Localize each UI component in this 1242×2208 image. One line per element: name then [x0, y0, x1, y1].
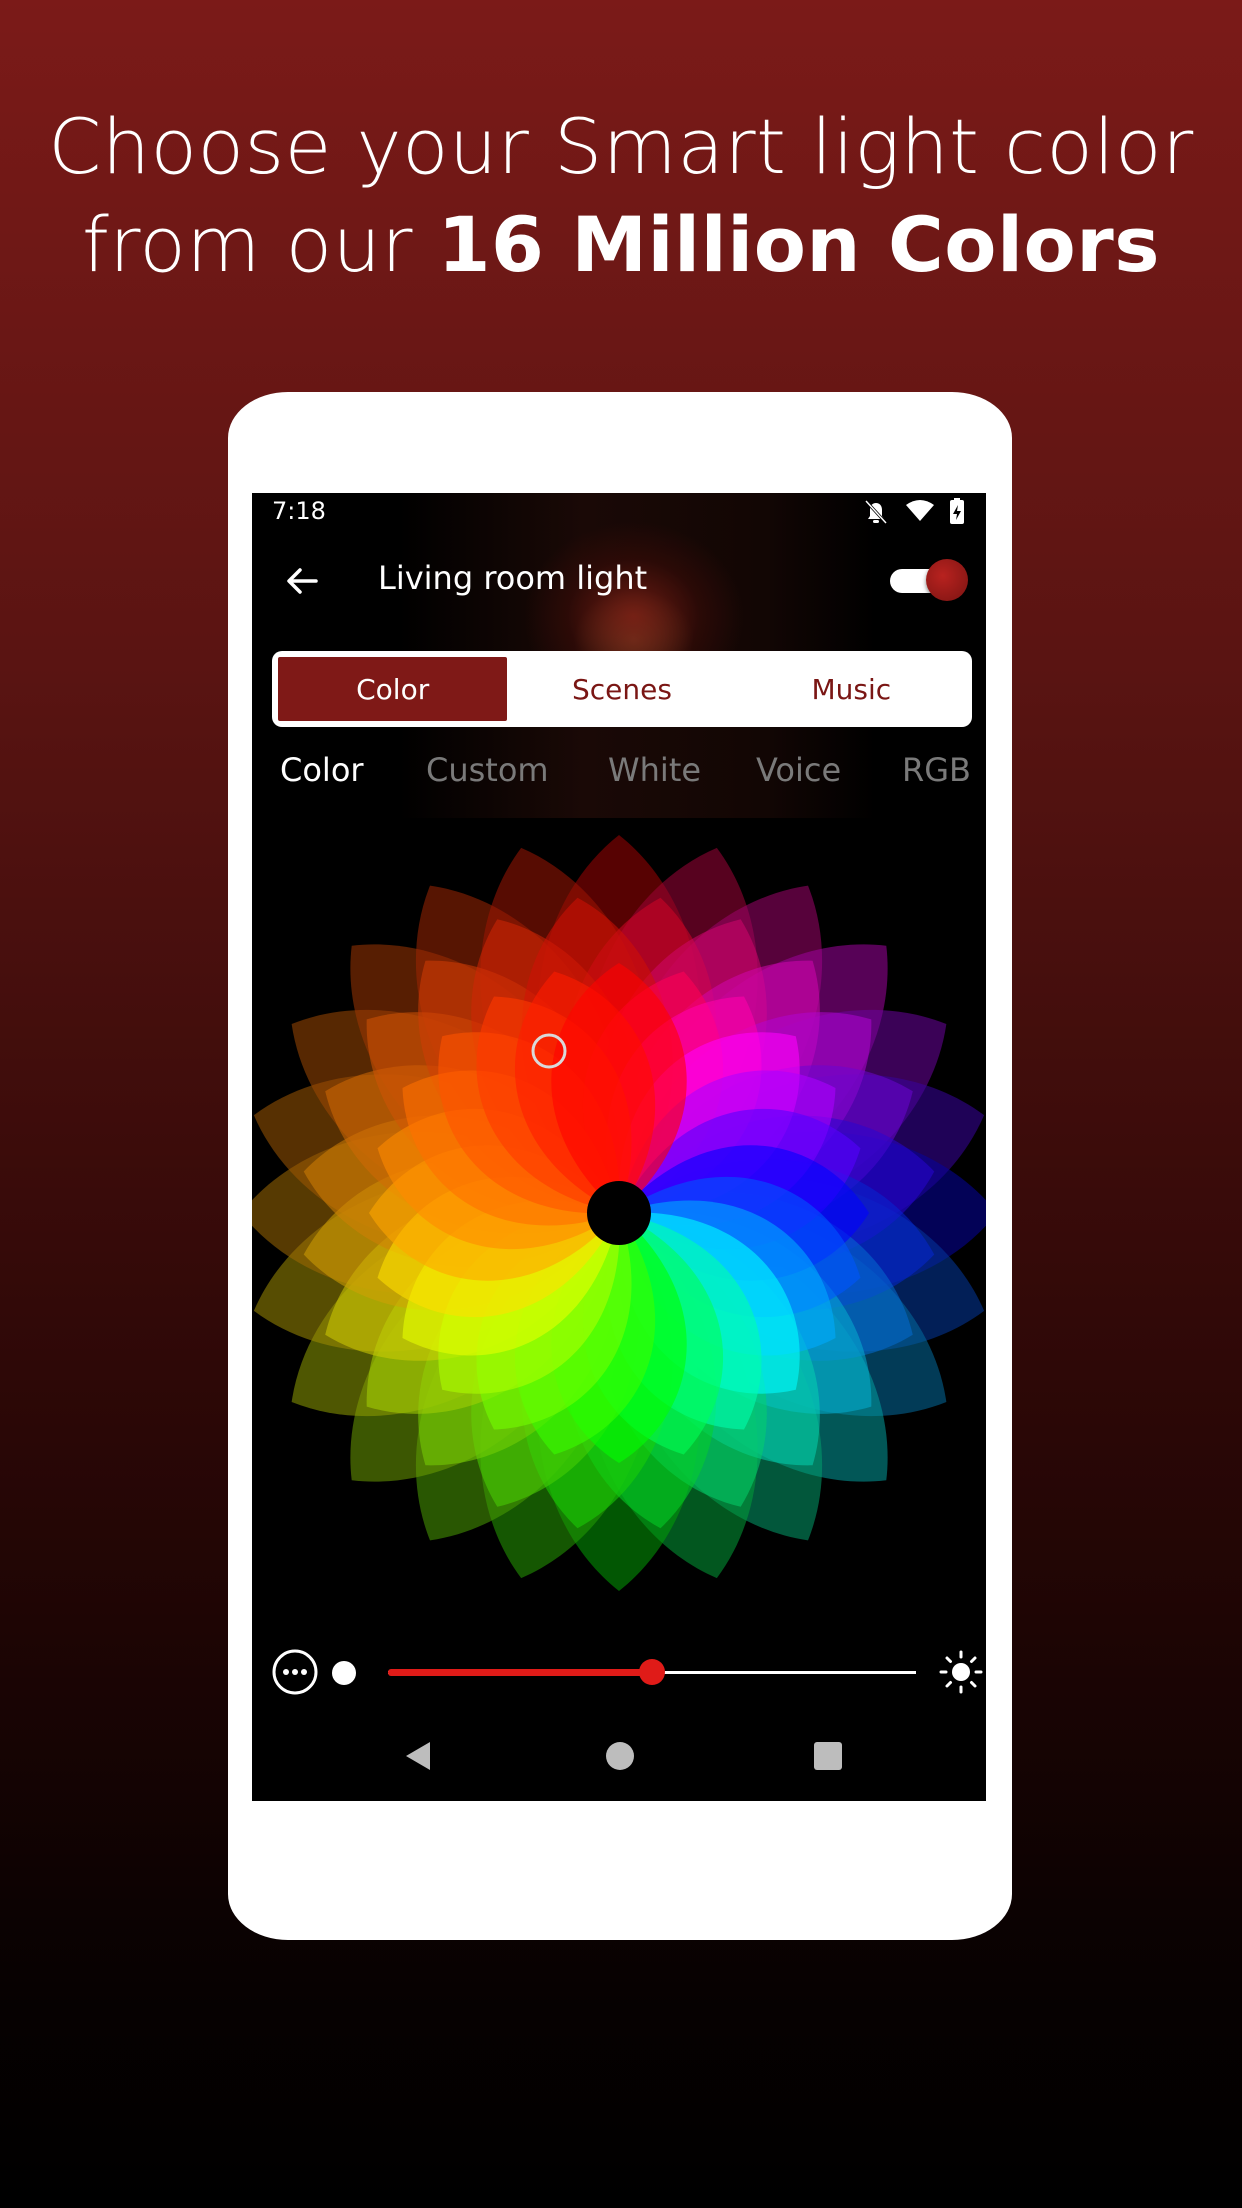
subtab-custom[interactable]: Custom — [426, 751, 549, 789]
brightness-sun-icon — [939, 1650, 983, 1694]
promo-headline: Choose your Smart light color from our 1… — [0, 98, 1242, 294]
brightness-fill — [388, 1669, 652, 1676]
power-toggle[interactable] — [882, 557, 968, 603]
sub-tab-bar: Color Custom White Voice RGB — [252, 751, 986, 801]
status-time: 7:18 — [272, 497, 326, 525]
more-options-icon[interactable] — [272, 1649, 318, 1695]
toggle-knob — [926, 559, 968, 601]
status-icons — [864, 498, 964, 525]
promo-line-2-bold: 16 Million Colors — [437, 200, 1160, 289]
device-title: Living room light — [378, 559, 648, 597]
back-arrow-icon[interactable] — [278, 557, 326, 605]
brightness-thumb[interactable] — [639, 1659, 665, 1685]
app-toolbar: Living room light — [252, 535, 986, 631]
segment-color[interactable]: Color — [278, 657, 508, 721]
nav-recents-icon[interactable] — [814, 1742, 842, 1770]
nav-back-icon[interactable] — [400, 1738, 436, 1774]
subtab-color[interactable]: Color — [280, 751, 364, 789]
wifi-icon — [906, 500, 934, 521]
subtab-white[interactable]: White — [608, 751, 701, 789]
segment-scenes[interactable]: Scenes — [507, 657, 736, 721]
brightness-row — [252, 1643, 986, 1703]
color-wheel[interactable] — [252, 833, 986, 1593]
mode-segmented-control: Color Scenes Music — [272, 651, 972, 727]
wheel-center — [587, 1181, 651, 1245]
subtab-voice[interactable]: Voice — [756, 751, 841, 789]
app-screen: 7:18 Living room light Color Scenes Musi… — [252, 493, 986, 1801]
promo-line-1: Choose your Smart light color — [48, 102, 1194, 191]
promo-line-2: from our 16 Million Colors — [0, 196, 1242, 294]
battery-charging-icon — [950, 498, 964, 524]
status-bar: 7:18 — [252, 493, 986, 535]
dim-indicator — [332, 1661, 356, 1685]
bell-off-icon — [864, 499, 888, 525]
nav-home-icon[interactable] — [606, 1742, 634, 1770]
android-nav-bar — [252, 1718, 986, 1798]
subtab-rgb[interactable]: RGB — [902, 751, 971, 789]
segment-music[interactable]: Music — [737, 657, 966, 721]
promo-line-2-prefix: from our — [82, 200, 438, 289]
